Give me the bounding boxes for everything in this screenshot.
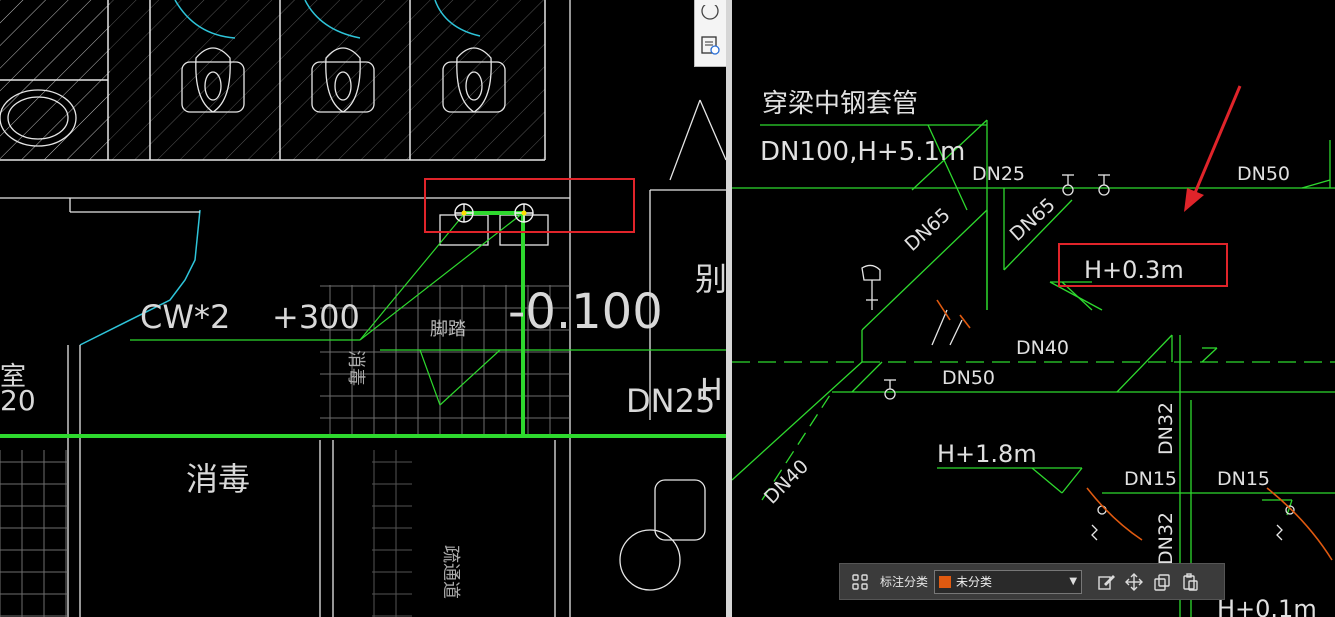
label-title: 穿梁中钢套管 [762, 89, 918, 119]
side-toolbar [694, 0, 726, 67]
red-arrow-annotation [1184, 85, 1242, 212]
label-partial-h: H [700, 373, 723, 408]
category-value: 未分类 [956, 575, 993, 589]
label-dn40-mid: DN40 [1016, 337, 1069, 359]
label-h01: H+0.1m [1217, 595, 1317, 617]
label-shudao: 疏通道 [440, 545, 461, 599]
label-dn32-b: DN32 [1155, 512, 1177, 565]
label-xiaodu-vertical: 消毒 [345, 350, 366, 386]
label-jiaota: 脚踏 [430, 319, 466, 340]
label-cw: CW*2 [140, 298, 230, 336]
grid-icon[interactable] [846, 568, 874, 596]
label-dn50-top: DN50 [1237, 163, 1290, 185]
label-number-20: 20 [0, 384, 36, 417]
chevron-down-icon: ▼ [1069, 576, 1078, 587]
label-dn15-b: DN15 [1217, 468, 1270, 490]
label-dn25: DN25 [972, 163, 1025, 185]
annotation-toolbar: 标注分类 未分类 ▼ [839, 563, 1225, 600]
label-spec: DN100,H+5.1m [760, 137, 965, 167]
label-plus300: +300 [272, 298, 360, 336]
right-drawing-canvas[interactable]: 穿梁中钢套管 DN100,H+5.1m DN25 DN50 DN65 DN65 … [732, 0, 1335, 617]
label-h18: H+1.8m [937, 440, 1037, 468]
category-label: 标注分类 [880, 575, 929, 589]
label-dn50-mid: DN50 [942, 367, 995, 389]
paste-icon[interactable] [1176, 568, 1204, 596]
right-drawing-pane[interactable]: 穿梁中钢套管 DN100,H+5.1m DN25 DN50 DN65 DN65 … [732, 0, 1335, 617]
label-xiaodu: 消毒 [186, 460, 250, 498]
category-dropdown[interactable]: 未分类 ▼ [934, 569, 1083, 594]
left-drawing-pane[interactable]: CW*2 +300 -0.100 DN25 消毒 脚踏 室 20 H 别 消毒 … [0, 0, 726, 617]
label-dn32-a: DN32 [1155, 402, 1177, 455]
copy-icon[interactable] [1148, 568, 1176, 596]
pipe-network [732, 119, 1335, 617]
label-elevation: -0.100 [508, 284, 663, 340]
label-h03: H+0.3m [1084, 256, 1184, 284]
label-dn40-diag: DN40 [760, 455, 813, 508]
label-dn65-b: DN65 [1006, 194, 1060, 246]
left-drawing-canvas[interactable]: CW*2 +300 -0.100 DN25 消毒 脚踏 室 20 H 别 消毒 … [0, 0, 726, 617]
label-dn15-a: DN15 [1124, 468, 1177, 490]
edit-icon[interactable] [1092, 568, 1120, 596]
category-color-swatch [939, 575, 952, 588]
move-icon[interactable] [1120, 568, 1148, 596]
document-view-icon[interactable] [695, 30, 725, 60]
label-partial-side: 别 [695, 260, 726, 298]
circle-icon[interactable] [695, 0, 725, 30]
